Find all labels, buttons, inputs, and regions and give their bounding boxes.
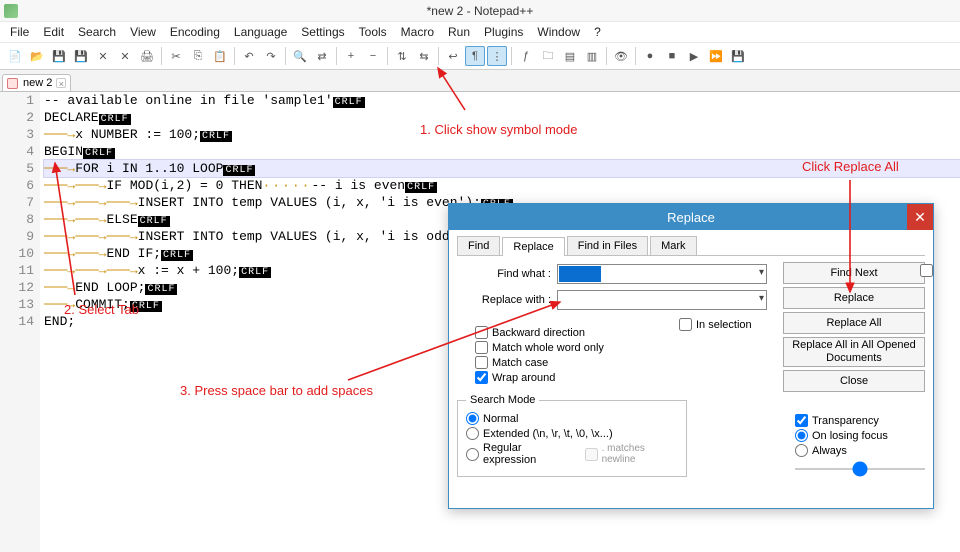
replace-all-button[interactable]: Replace All xyxy=(783,312,925,334)
find-what-input[interactable]: ▾ xyxy=(557,264,767,284)
save-all-icon[interactable]: 💾 xyxy=(71,46,91,66)
undo-icon[interactable]: ↶ xyxy=(239,46,259,66)
dlg-tab-replace[interactable]: Replace xyxy=(502,237,564,256)
menu-edit[interactable]: Edit xyxy=(37,23,70,41)
find-icon[interactable]: 🔍 xyxy=(290,46,310,66)
record-icon[interactable]: ● xyxy=(640,46,660,66)
line-number-gutter: 1234567891011121314 xyxy=(0,92,40,552)
new-file-icon[interactable]: 📄 xyxy=(5,46,25,66)
transparency-group: Transparency On losing focus Always xyxy=(795,412,925,473)
dlg-tab-find-in-files[interactable]: Find in Files xyxy=(567,236,648,255)
copy-icon[interactable]: ⎘ xyxy=(188,46,208,66)
cut-icon[interactable]: ✂ xyxy=(166,46,186,66)
dlg-tab-mark[interactable]: Mark xyxy=(650,236,696,255)
doc-list-icon[interactable]: ▥ xyxy=(582,46,602,66)
replace-with-input[interactable]: ▾ xyxy=(557,290,767,310)
stop-icon[interactable]: ■ xyxy=(662,46,682,66)
redo-icon[interactable]: ↷ xyxy=(261,46,281,66)
tab-close-icon[interactable]: × xyxy=(56,78,66,88)
menu-macro[interactable]: Macro xyxy=(395,23,440,41)
dialog-tabs: FindReplaceFind in FilesMark xyxy=(457,236,925,256)
zoom-in-icon[interactable]: + xyxy=(341,46,361,66)
mode-normal[interactable]: Normal xyxy=(466,412,678,425)
zoom-out-icon[interactable]: − xyxy=(363,46,383,66)
replace-button[interactable]: Replace xyxy=(783,287,925,309)
dialog-titlebar: Replace ✕ xyxy=(449,204,933,230)
menu-window[interactable]: Window xyxy=(531,23,586,41)
transparency-slider[interactable] xyxy=(795,468,925,470)
close-button[interactable]: Close xyxy=(783,370,925,392)
replace-with-label: Replace with : xyxy=(457,294,557,306)
indent-guide-icon[interactable]: ⋮ xyxy=(487,46,507,66)
in-selection-checkbox[interactable]: In selection xyxy=(679,318,752,331)
save-icon[interactable]: 💾 xyxy=(49,46,69,66)
dlg-tab-find[interactable]: Find xyxy=(457,236,500,255)
menu-view[interactable]: View xyxy=(124,23,162,41)
print-icon[interactable]: 🖨 xyxy=(137,46,157,66)
doc-map-icon[interactable]: ▤ xyxy=(560,46,580,66)
transp-on-losing[interactable]: On losing focus xyxy=(795,429,925,442)
tab-label: new 2 xyxy=(23,77,52,89)
menu-search[interactable]: Search xyxy=(72,23,122,41)
play-multi-icon[interactable]: ⏩ xyxy=(706,46,726,66)
find-next-button[interactable]: Find Next xyxy=(783,262,925,284)
menu-language[interactable]: Language xyxy=(228,23,293,41)
save-macro-icon[interactable]: 💾 xyxy=(728,46,748,66)
wordwrap-icon[interactable]: ↩ xyxy=(443,46,463,66)
transp-always[interactable]: Always xyxy=(795,444,925,457)
sync-v-icon[interactable]: ⇅ xyxy=(392,46,412,66)
play-icon[interactable]: ▶ xyxy=(684,46,704,66)
dialog-close-icon[interactable]: ✕ xyxy=(907,204,933,230)
tab-strip: new 2 × xyxy=(0,70,960,92)
close-icon[interactable]: ✕ xyxy=(93,46,113,66)
menubar: FileEditSearchViewEncodingLanguageSettin… xyxy=(0,22,960,42)
mode-extended[interactable]: Extended (\n, \r, \t, \0, \x...) xyxy=(466,427,678,440)
show-all-chars-icon[interactable]: ¶ xyxy=(465,46,485,66)
app-icon xyxy=(4,4,18,18)
window-title: *new 2 - Notepad++ xyxy=(427,4,534,18)
menu-[interactable]: ? xyxy=(588,23,607,41)
menu-file[interactable]: File xyxy=(4,23,35,41)
sync-h-icon[interactable]: ⇆ xyxy=(414,46,434,66)
transparency-checkbox[interactable]: Transparency xyxy=(795,414,925,427)
func-list-icon[interactable]: ƒ xyxy=(516,46,536,66)
replace-all-opened-button[interactable]: Replace All in All Opened Documents xyxy=(783,337,925,367)
menu-settings[interactable]: Settings xyxy=(295,23,350,41)
open-file-icon[interactable]: 📂 xyxy=(27,46,47,66)
replace-icon[interactable]: ⇄ xyxy=(312,46,332,66)
paste-icon[interactable]: 📋 xyxy=(210,46,230,66)
dialog-title: Replace xyxy=(667,210,715,225)
tab-unsaved-icon xyxy=(7,78,18,89)
close-all-icon[interactable]: ✕ xyxy=(115,46,135,66)
menu-tools[interactable]: Tools xyxy=(353,23,393,41)
mode-regex[interactable]: Regular expression . matches newline xyxy=(466,442,678,466)
search-mode-group: Search Mode Normal Extended (\n, \r, \t,… xyxy=(457,394,687,477)
find-next-checkbox[interactable] xyxy=(920,264,933,277)
menu-encoding[interactable]: Encoding xyxy=(164,23,226,41)
find-what-label: Find what : xyxy=(457,268,557,280)
toolbar: 📄📂💾💾✕✕🖨✂⎘📋↶↷🔍⇄+−⇅⇆↩¶⋮ƒ🗀▤▥👁●■▶⏩💾 xyxy=(0,42,960,70)
menu-plugins[interactable]: Plugins xyxy=(478,23,529,41)
tab-file[interactable]: new 2 × xyxy=(2,74,71,91)
folder-icon[interactable]: 🗀 xyxy=(538,46,558,66)
window-titlebar: *new 2 - Notepad++ xyxy=(0,0,960,22)
replace-dialog: Replace ✕ FindReplaceFind in FilesMark F… xyxy=(448,203,934,509)
monitor-icon[interactable]: 👁 xyxy=(611,46,631,66)
menu-run[interactable]: Run xyxy=(442,23,476,41)
